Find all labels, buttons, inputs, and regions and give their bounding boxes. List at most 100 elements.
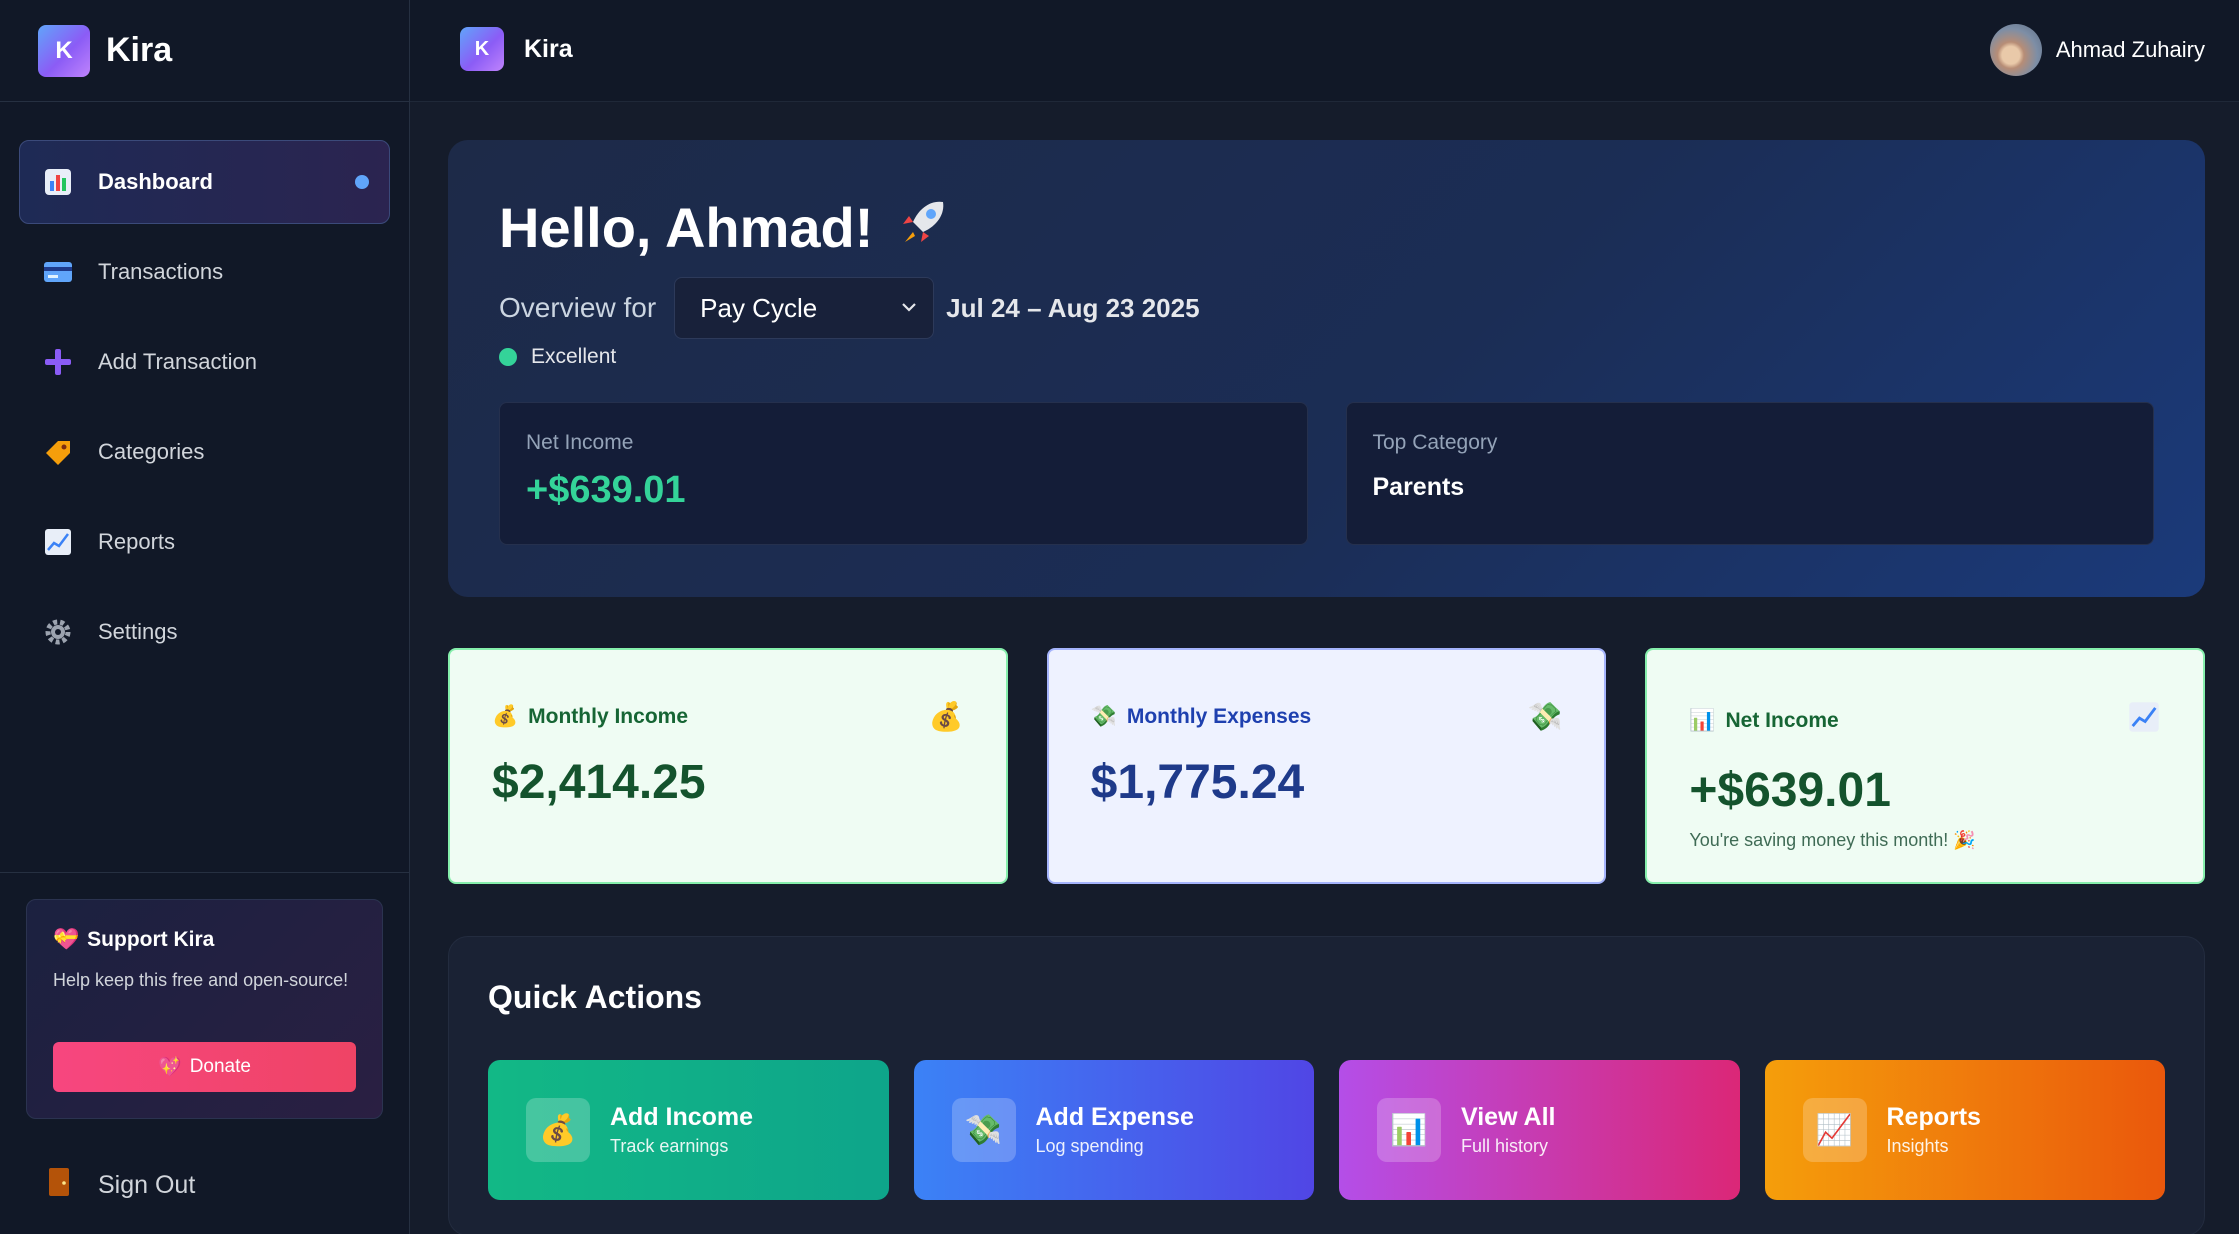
sidebar-footer: 💝 Support Kira Help keep this free and o…	[0, 872, 409, 1234]
page-title: Hello, Ahmad!	[499, 192, 2154, 263]
sign-out-button[interactable]: Sign Out	[48, 1167, 195, 1204]
monthly-income-value: $2,414.25	[492, 756, 706, 809]
donate-label: Donate	[189, 1056, 251, 1077]
sign-out-label: Sign Out	[98, 1171, 196, 1199]
support-title: 💝 Support Kira	[53, 928, 356, 952]
sidebar-item-label: Dashboard	[98, 169, 213, 194]
support-text: Help keep this free and open-source!	[53, 970, 349, 990]
gear-icon	[42, 616, 74, 648]
hero-summary: Net Income +$639.01 Top Category Parents	[499, 402, 2154, 545]
monthly-expenses-title-text: Monthly Expenses	[1126, 704, 1312, 728]
status-text: Excellent	[531, 345, 617, 368]
overview-hero: Hello, Ahmad! Overview for Pay Cycle Jul…	[448, 140, 2205, 597]
trend-chart-icon	[2127, 700, 2161, 741]
money-bag-icon: 💰	[928, 701, 964, 732]
money-with-wings-icon: 💸	[1527, 701, 1563, 732]
quick-action-subtitle: Full history	[1461, 1136, 1549, 1156]
sidebar-item-label: Add Transaction	[98, 349, 257, 374]
sidebar-item-transactions[interactable]: Transactions	[19, 230, 390, 314]
avatar	[1989, 24, 2042, 76]
app-name: Kira	[106, 31, 173, 69]
topbar-app-name: Kira	[524, 34, 573, 63]
status-badge: Excellent	[499, 345, 2154, 369]
net-income-card: 📊 Net Income +$639.01 You're saving mone…	[1645, 648, 2206, 884]
sidebar-item-label: Categories	[98, 439, 205, 464]
tag-icon	[42, 436, 74, 468]
plus-icon	[42, 346, 74, 378]
period-select-value: Pay Cycle	[700, 292, 818, 323]
heart-icon: 💖	[158, 1057, 182, 1078]
quick-action-title: Add Income	[610, 1103, 754, 1131]
monthly-expenses-title: 💸 Monthly Expenses	[1091, 705, 1312, 729]
user-menu[interactable]: Ahmad Zuhairy	[1989, 24, 2205, 76]
app: K Kira Dashboard Transactions Add Transa…	[0, 0, 2239, 1234]
status-dot	[499, 348, 517, 366]
trend-chart-icon: 📈	[1802, 1098, 1867, 1162]
add-expense-button[interactable]: 💸 Add Expense Log spending	[913, 1060, 1314, 1200]
chevron-down-icon	[899, 293, 919, 324]
quick-actions: Quick Actions 💰 Add Income Track earning…	[448, 936, 2205, 1234]
quick-action-title: Reports	[1886, 1103, 1981, 1131]
overview-label: Overview for	[499, 292, 657, 323]
sidebar-item-settings[interactable]: Settings	[19, 590, 390, 674]
sidebar-brand[interactable]: K Kira	[0, 0, 409, 102]
net-income-title: 📊 Net Income	[1689, 709, 1838, 733]
top-category-value: Parents	[1372, 473, 1465, 501]
money-bag-icon: 💰	[492, 704, 519, 728]
bar-chart-icon: 📊	[1377, 1098, 1441, 1162]
quick-action-subtitle: Track earnings	[610, 1136, 729, 1156]
top-category-card: Top Category Parents	[1345, 402, 2154, 545]
quick-action-title: View All	[1461, 1103, 1556, 1131]
door-icon	[48, 1167, 70, 1204]
monthly-income-title-text: Monthly Income	[528, 704, 688, 728]
money-with-wings-icon: 💸	[1090, 704, 1117, 728]
sidebar-nav: Dashboard Transactions Add Transaction C…	[0, 102, 409, 674]
sidebar-item-add-transaction[interactable]: Add Transaction	[19, 320, 390, 404]
support-title-text: Support Kira	[87, 928, 215, 951]
active-indicator-dot	[355, 175, 369, 189]
top-category-label: Top Category	[1372, 431, 1498, 454]
heart-gift-icon: 💝	[53, 928, 80, 951]
main-content: Hello, Ahmad! Overview for Pay Cycle Jul…	[448, 140, 2206, 1234]
net-income-summary-value: +$639.01	[526, 469, 686, 511]
bar-chart-icon	[42, 166, 74, 198]
sidebar-item-reports[interactable]: Reports	[19, 500, 390, 584]
view-all-button[interactable]: 📊 View All Full history	[1339, 1060, 1740, 1200]
support-card: 💝 Support Kira Help keep this free and o…	[26, 899, 383, 1119]
top-bar: K Kira Ahmad Zuhairy	[410, 0, 2239, 102]
net-income-summary-label: Net Income	[526, 431, 634, 454]
sidebar: K Kira Dashboard Transactions Add Transa…	[0, 0, 410, 1234]
monthly-income-title: 💰 Monthly Income	[492, 705, 688, 729]
sidebar-item-dashboard[interactable]: Dashboard	[19, 140, 390, 224]
net-income-summary-card: Net Income +$639.01	[499, 402, 1308, 545]
net-income-title-text: Net Income	[1725, 708, 1839, 732]
stat-cards: 💰 Monthly Income 💰 $2,414.25 💸 Monthly E…	[448, 648, 2206, 884]
quick-action-subtitle: Log spending	[1035, 1136, 1144, 1156]
sidebar-item-categories[interactable]: Categories	[19, 410, 390, 494]
rocket-icon	[895, 192, 953, 263]
net-income-value: +$639.01	[1689, 764, 1891, 817]
money-bag-icon: 💰	[526, 1098, 590, 1162]
donate-button[interactable]: 💖 Donate	[53, 1042, 356, 1092]
kira-logo: K	[460, 27, 504, 71]
monthly-expenses-card: 💸 Monthly Expenses 💸 $1,775.24	[1046, 648, 1607, 884]
reports-button[interactable]: 📈 Reports Insights	[1764, 1060, 2165, 1200]
monthly-expenses-value: $1,775.24	[1090, 756, 1305, 809]
money-with-wings-icon: 💸	[951, 1098, 1016, 1162]
period-select[interactable]: Pay Cycle	[674, 277, 935, 339]
trend-chart-icon	[42, 526, 74, 558]
net-income-note: You're saving money this month! 🎉	[1689, 830, 1976, 850]
user-name: Ahmad Zuhairy	[2055, 37, 2205, 62]
kira-logo: K	[38, 24, 90, 77]
quick-actions-title: Quick Actions	[488, 979, 702, 1015]
quick-actions-row: 💰 Add Income Track earnings 💸 Add Expens…	[488, 1060, 2165, 1200]
overview-row: Overview for Pay Cycle Jul 24 – Aug 23 2…	[499, 277, 2154, 339]
date-range: Jul 24 – Aug 23 2025	[946, 292, 1200, 323]
topbar-brand[interactable]: K Kira	[460, 27, 573, 71]
add-income-button[interactable]: 💰 Add Income Track earnings	[488, 1060, 889, 1200]
greeting-text: Hello, Ahmad!	[499, 196, 874, 259]
sidebar-item-label: Settings	[98, 619, 178, 644]
bar-chart-icon: 📊	[1689, 708, 1716, 732]
sidebar-item-label: Reports	[98, 529, 176, 554]
sidebar-item-label: Transactions	[98, 259, 224, 284]
